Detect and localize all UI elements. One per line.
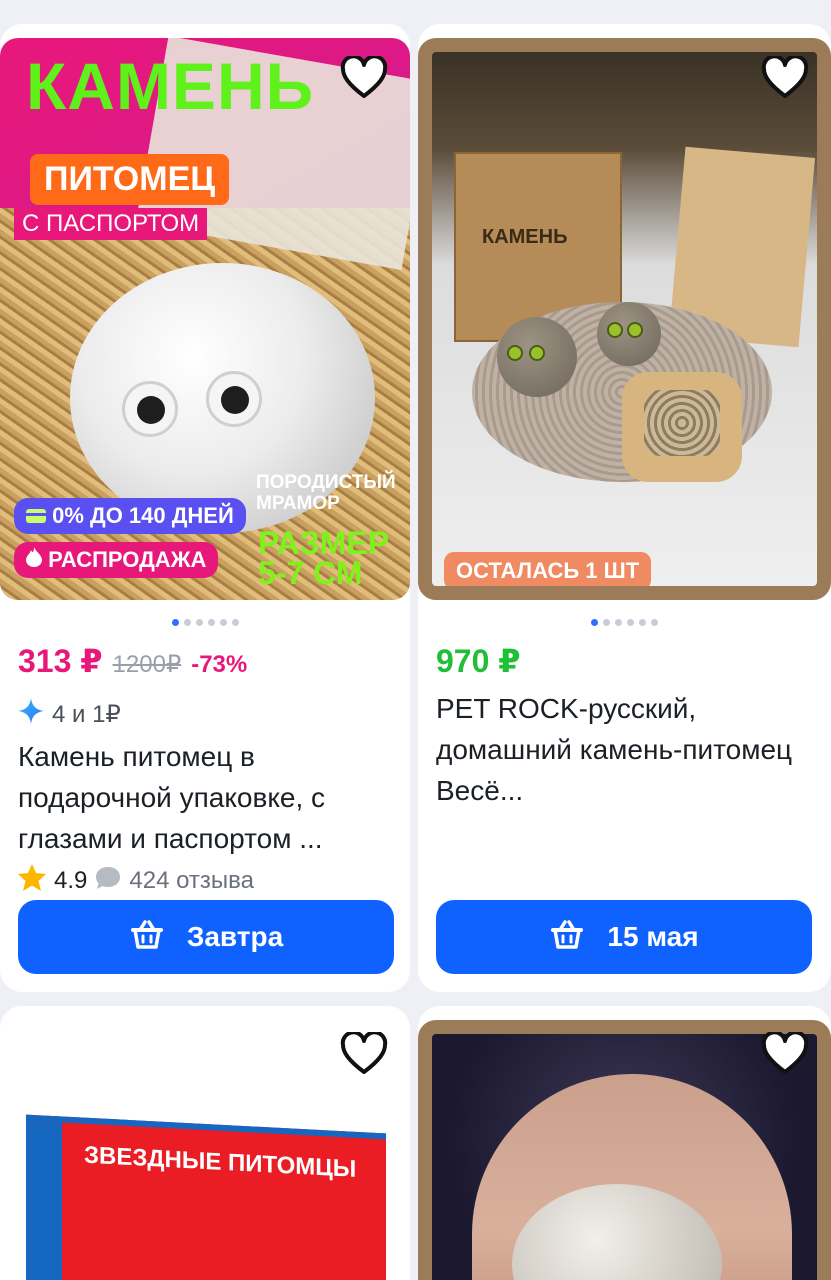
card-icon (26, 503, 52, 528)
heart-icon (761, 53, 809, 105)
poster-size-line: РАЗМЕР (258, 525, 390, 561)
product-card[interactable]: ЗВЕЗДНЫЕ ПИТОМЦЫ (0, 1006, 410, 1280)
heart-icon (761, 1029, 809, 1081)
carousel-dot (639, 619, 646, 626)
delivery-label: Завтра (186, 921, 284, 952)
favorite-button[interactable] (336, 1028, 392, 1084)
favorite-button[interactable] (336, 52, 392, 108)
sparkle-icon (18, 698, 44, 731)
heart-icon (340, 53, 388, 105)
carousel-dot (171, 619, 179, 626)
poster-size: РАЗМЕР 5-7 СМ (258, 525, 390, 591)
sale-badge-label: РАСПРОДАЖА (48, 547, 207, 572)
carousel-dot (627, 619, 634, 626)
stone-eye (607, 322, 623, 338)
poster-note: ПОРОДИСТЫЙ МРАМОР (256, 472, 396, 514)
favorite-button[interactable] (757, 1028, 813, 1084)
product-name[interactable]: PET ROCK-русский, домашний камень-питоме… (436, 688, 811, 811)
carousel-dot (231, 619, 239, 626)
old-price: 1200₽ (112, 651, 182, 678)
installment-text: 4 и 1₽ (52, 701, 121, 728)
stone-eye (507, 345, 523, 361)
poster-tagline: С ПАСПОРТОМ (14, 208, 208, 240)
rating-row: 4.9 424 отзыва (18, 864, 254, 898)
price-row: 313 ₽ 1200₽ -73% (18, 642, 247, 680)
heart-icon (340, 1029, 388, 1081)
basket-icon (549, 919, 585, 956)
poster-note-line: ПОРОДИСТЫЙ (256, 472, 396, 493)
poster-title: КАМЕНЬ (26, 49, 315, 123)
carousel-dot (195, 619, 203, 626)
pet-stone (497, 317, 577, 397)
price: 313 ₽ (18, 643, 103, 679)
puzzle-box: ЗВЕЗДНЫЕ ПИТОМЦЫ (26, 1114, 386, 1280)
favorite-button[interactable] (757, 52, 813, 108)
gravel (644, 390, 720, 456)
pet-stone (512, 1184, 722, 1280)
puzzle-box-side (26, 1120, 62, 1280)
product-card[interactable]: КАМЕНЬ ОСТАЛАСЬ 1 ШТ 970 ₽ PET ROCK-русс… (418, 24, 831, 992)
speech-bubble-icon (95, 866, 121, 897)
carousel-dot (207, 619, 215, 626)
carousel-dot (615, 619, 622, 626)
delivery-label: 15 мая (607, 921, 699, 952)
reviews-count[interactable]: 424 отзыва (129, 867, 254, 895)
price: 970 ₽ (436, 643, 521, 679)
flame-icon (26, 547, 48, 572)
poster-note-line: МРАМОР (256, 493, 340, 514)
price-row: 970 ₽ (436, 642, 521, 680)
pet-stone (597, 302, 661, 366)
puzzle-box-title: ЗВЕЗДНЫЕ ПИТОМЦЫ (84, 1141, 357, 1183)
stone-eye (529, 345, 545, 361)
credit-badge: 0% ДО 140 ДНЕЙ (14, 498, 246, 534)
carousel-indicator (0, 619, 410, 626)
star-icon (18, 864, 46, 898)
hand (472, 1074, 792, 1280)
rating-value: 4.9 (54, 867, 88, 894)
carousel-indicator (418, 619, 831, 626)
product-card[interactable]: КАМЕНЬ ПИТОМЕЦ С ПАСПОРТОМ ПОРОДИСТЫЙ МР… (0, 24, 410, 992)
googly-eye (122, 381, 178, 437)
basket-icon (129, 919, 165, 956)
carousel-dot (591, 619, 598, 626)
box-label: КАМЕНЬ (482, 226, 568, 248)
discount: -73% (191, 651, 248, 678)
stone-eye (627, 322, 643, 338)
carousel-dot (603, 619, 610, 626)
delivery-button[interactable]: 15 мая (436, 900, 812, 974)
product-image[interactable]: КАМЕНЬ ОСТАЛАСЬ 1 ШТ (418, 38, 831, 600)
carousel-dot (651, 619, 658, 626)
carousel-dot (219, 619, 227, 626)
poster-size-line: 5-7 СМ (258, 555, 363, 591)
carousel-dot (183, 619, 191, 626)
sale-badge: РАСПРОДАЖА (14, 542, 219, 578)
product-name[interactable]: Камень питомец в подарочной упаковке, с … (18, 736, 398, 859)
googly-eye (206, 371, 262, 427)
product-image[interactable]: КАМЕНЬ ПИТОМЕЦ С ПАСПОРТОМ ПОРОДИСТЫЙ МР… (0, 38, 410, 600)
delivery-button[interactable]: Завтра (18, 900, 394, 974)
credit-badge-label: 0% ДО 140 ДНЕЙ (52, 503, 234, 528)
stock-badge: ОСТАЛАСЬ 1 ШТ (444, 552, 652, 586)
product-card[interactable] (418, 1006, 831, 1280)
installment-row: 4 и 1₽ (18, 698, 121, 731)
poster-subtitle: ПИТОМЕЦ (30, 154, 230, 205)
